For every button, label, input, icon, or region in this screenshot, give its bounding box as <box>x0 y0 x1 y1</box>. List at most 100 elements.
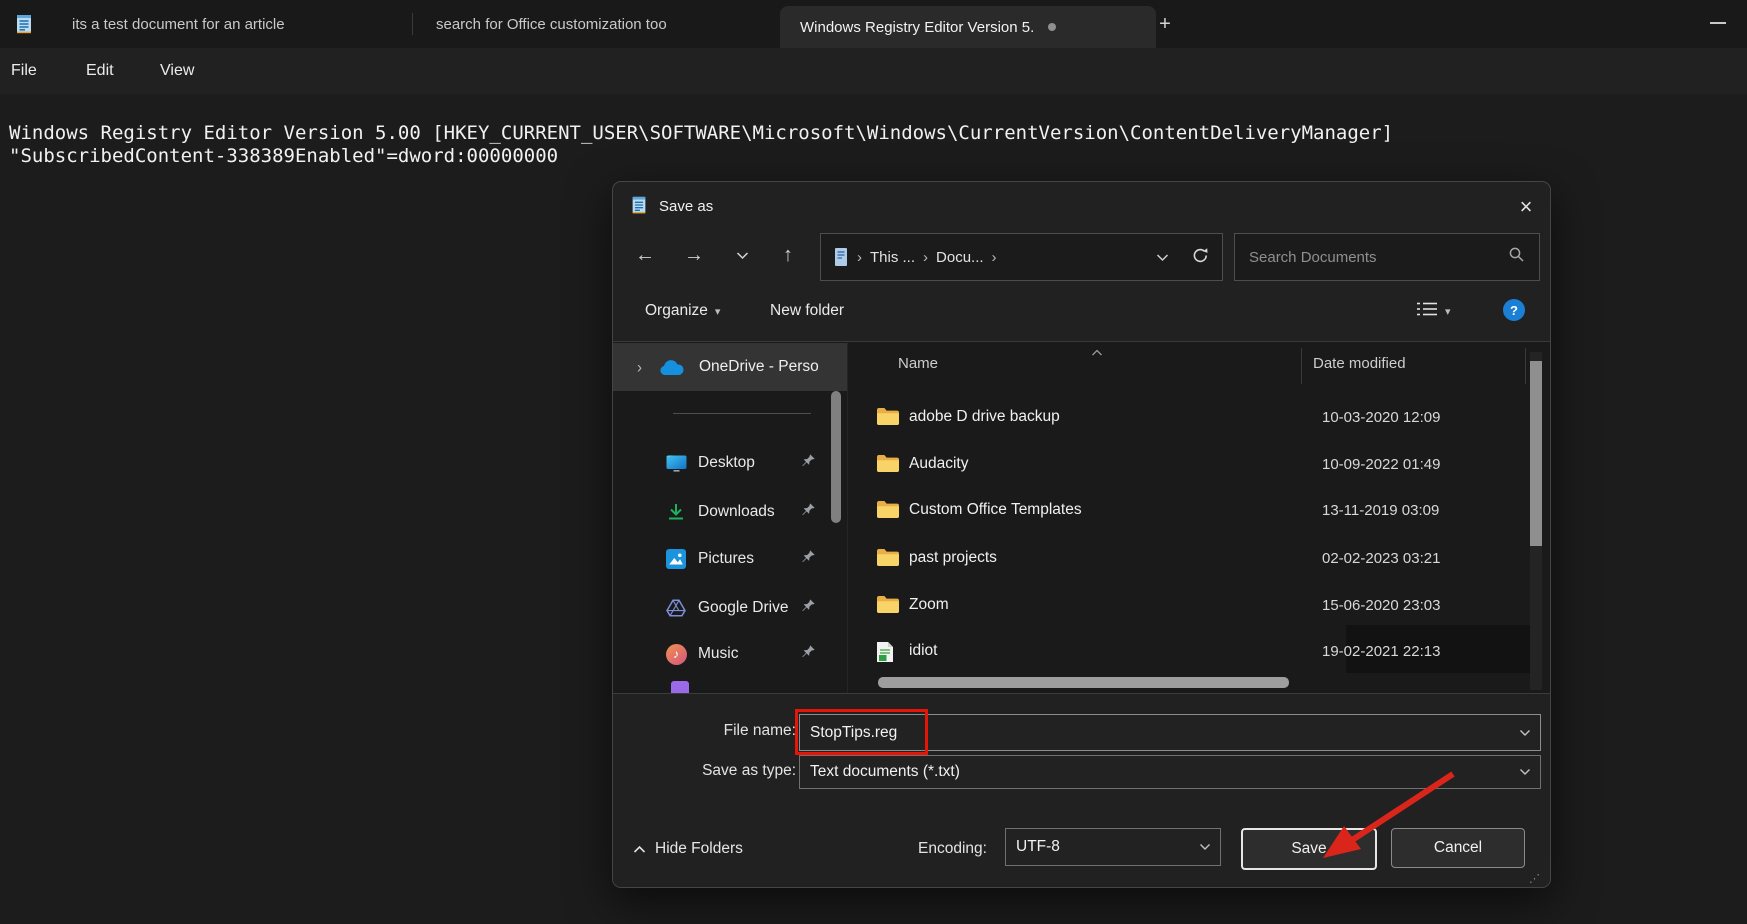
titlebar: its a test document for an article searc… <box>0 0 1747 48</box>
pictures-icon <box>664 549 688 569</box>
sidebar-divider <box>673 413 811 414</box>
breadcrumb-documents[interactable]: Docu... <box>936 249 984 266</box>
sidebar-item-music[interactable]: ♪ Music <box>613 634 847 674</box>
sidebar-item-label: Music <box>698 645 739 662</box>
folder-icon <box>876 595 900 619</box>
tab-registry-editor-active[interactable]: Windows Registry Editor Version 5. <box>780 6 1156 48</box>
help-icon[interactable]: ? <box>1503 299 1525 321</box>
sidebar-item-label: OneDrive - Perso <box>699 358 819 375</box>
file-name: adobe D drive backup <box>909 408 1060 425</box>
file-name: idiot <box>909 642 938 659</box>
encoding-value: UTF-8 <box>1016 838 1060 855</box>
tab-label: its a test document for an article <box>72 15 285 33</box>
file-list: Name Date modified adobe D drive backup … <box>848 342 1550 693</box>
breadcrumb-chevron: › <box>857 248 862 266</box>
encoding-chevron-icon[interactable] <box>1199 838 1211 856</box>
document-file-icon <box>876 641 894 668</box>
tab-label: search for Office customization too <box>436 15 667 33</box>
column-header-date-modified[interactable]: Date modified <box>1313 355 1406 372</box>
file-row-audacity[interactable]: Audacity 10-09-2022 01:49 <box>848 443 1538 487</box>
file-name: Zoom <box>909 596 949 613</box>
folder-icon <box>876 500 900 524</box>
notepad-window: its a test document for an article searc… <box>0 0 1747 924</box>
menu-file[interactable]: File <box>11 48 37 94</box>
file-row-adobe-backup[interactable]: adobe D drive backup 10-03-2020 12:09 <box>848 396 1538 440</box>
onedrive-cloud-icon <box>658 359 685 376</box>
resize-grip[interactable]: ⋰ <box>1529 872 1540 885</box>
new-tab-button[interactable]: + <box>1152 11 1178 37</box>
view-mode-caret-icon: ▾ <box>1445 305 1451 318</box>
google-drive-icon <box>664 599 688 617</box>
view-mode-button[interactable]: ▾ <box>1416 294 1451 328</box>
location-doc-icon <box>833 247 849 267</box>
new-folder-button[interactable]: New folder <box>770 294 844 328</box>
file-date: 10-09-2022 01:49 <box>1322 456 1441 473</box>
folder-icon <box>876 454 900 478</box>
minimize-button[interactable] <box>1710 22 1726 24</box>
sidebar-item-google-drive[interactable]: Google Drive <box>613 588 847 628</box>
videos-icon-partial <box>671 681 689 693</box>
column-header-name[interactable]: Name <box>898 355 938 372</box>
menu-edit[interactable]: Edit <box>86 48 114 94</box>
file-row-past-projects[interactable]: past projects 02-02-2023 03:21 <box>848 537 1538 581</box>
organize-caret-icon: ▾ <box>714 305 721 318</box>
desktop-icon <box>664 454 688 473</box>
file-name: past projects <box>909 549 997 566</box>
file-row-custom-office-templates[interactable]: Custom Office Templates 13-11-2019 03:09 <box>848 489 1538 533</box>
sidebar-item-pictures[interactable]: Pictures <box>613 539 847 579</box>
tab-test-document[interactable]: its a test document for an article <box>56 0 412 48</box>
sidebar-item-label: Pictures <box>698 550 754 567</box>
notepad-dialog-icon <box>629 195 649 220</box>
search-box <box>1234 233 1540 281</box>
sidebar-item-downloads[interactable]: Downloads <box>613 492 847 532</box>
folder-icon <box>876 548 900 572</box>
organize-button[interactable]: Organize ▾ <box>645 294 720 328</box>
downloads-icon <box>664 502 688 522</box>
sidebar-item-label: Desktop <box>698 454 755 471</box>
notepad-app-icon <box>13 13 35 40</box>
sort-ascending-icon <box>1091 344 1103 362</box>
recent-locations-chevron-icon[interactable] <box>723 236 761 274</box>
sidebar-item-onedrive[interactable]: › OneDrive - Perso <box>613 343 847 391</box>
address-dropdown-chevron-icon[interactable] <box>1156 249 1169 266</box>
save-as-type-chevron-icon[interactable] <box>1519 763 1531 781</box>
pin-icon <box>801 549 816 569</box>
up-arrow-icon[interactable]: ↑ <box>769 236 807 274</box>
sidebar-scrollbar[interactable] <box>831 391 841 523</box>
breadcrumb-chevron: › <box>923 248 929 266</box>
file-date: 02-02-2023 03:21 <box>1322 550 1441 567</box>
pin-icon <box>801 502 816 522</box>
sidebar-item-desktop[interactable]: Desktop <box>613 443 847 483</box>
organize-label: Organize <box>645 302 708 319</box>
encoding-select[interactable]: UTF-8 <box>1005 828 1221 866</box>
menubar: File Edit View <box>0 48 1747 94</box>
encoding-label: Encoding: <box>918 840 987 857</box>
menu-view[interactable]: View <box>160 48 194 94</box>
refresh-icon[interactable] <box>1191 246 1210 269</box>
sidebar-item-label: Downloads <box>698 503 775 520</box>
column-divider[interactable] <box>1525 348 1526 384</box>
breadcrumb-this-pc[interactable]: This ... <box>870 249 915 266</box>
vertical-scrollbar-thumb[interactable] <box>1530 361 1542 546</box>
file-row-idiot[interactable]: idiot 19-02-2021 22:13 <box>848 630 1538 674</box>
close-icon[interactable]: × <box>1511 192 1541 222</box>
pin-icon <box>801 644 816 664</box>
chevron-up-icon <box>633 845 646 853</box>
hide-folders-button[interactable]: Hide Folders <box>633 838 743 860</box>
music-icon: ♪ <box>664 643 688 665</box>
file-name: Custom Office Templates <box>909 501 1082 518</box>
search-input[interactable] <box>1235 248 1508 266</box>
horizontal-scrollbar-thumb[interactable] <box>878 677 1289 688</box>
address-bar[interactable]: › This ... › Docu... › <box>820 233 1223 281</box>
file-name-dropdown-chevron-icon[interactable] <box>1519 724 1531 742</box>
file-row-zoom[interactable]: Zoom 15-06-2020 23:03 <box>848 584 1538 628</box>
back-arrow-icon[interactable]: ← <box>626 236 664 274</box>
tab-office-customization[interactable]: search for Office customization too <box>420 0 776 48</box>
save-as-type-value: Text documents (*.txt) <box>810 763 960 780</box>
details-view-icon <box>1416 300 1438 323</box>
dialog-title: Save as <box>659 198 714 215</box>
column-divider[interactable] <box>1301 348 1302 384</box>
expand-chevron-icon[interactable]: › <box>637 358 642 377</box>
search-icon <box>1508 246 1525 268</box>
forward-arrow-icon[interactable]: → <box>675 236 713 274</box>
